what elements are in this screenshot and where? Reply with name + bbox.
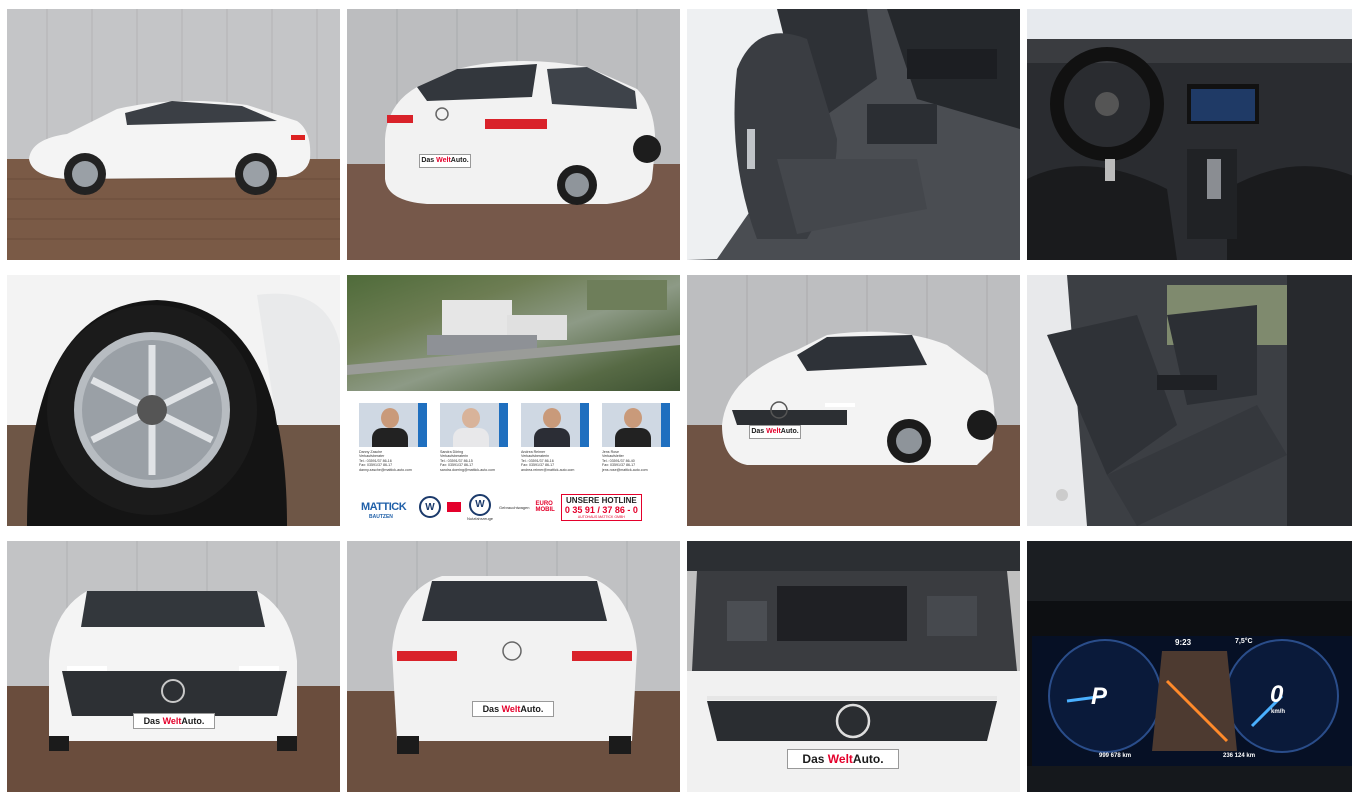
dealer-plate: Das WeltAuto.: [749, 425, 801, 439]
used-cars-label: Gebrauchtwagen: [499, 504, 530, 510]
gallery-photo-wheel[interactable]: [7, 275, 340, 526]
gallery-photo-side-view[interactable]: [7, 9, 340, 260]
staff-mail: danny.zasche@mattick-auto.com: [359, 467, 412, 472]
dealership-aerial-photo: [347, 275, 680, 391]
gallery-photo-rear-three-quarter[interactable]: Das WeltAuto.: [347, 9, 680, 260]
hotline-number: 0 35 91 / 37 86 - 0: [564, 504, 638, 515]
gallery-photo-front-three-quarter[interactable]: Das WeltAuto.: [687, 275, 1020, 526]
staff-card: Andrea Reimer Verkaufsberaterin Tel.: 03…: [521, 403, 589, 483]
gear-indicator: P: [1091, 683, 1108, 710]
staff-photo: [521, 403, 589, 447]
speed-value: 0: [1270, 681, 1284, 708]
hotline-sub: AUTOHAUS MATTICK GMBH: [577, 514, 625, 519]
staff-card: Jens Rose Verkaufsleiter Tel.: 03591/37 …: [602, 403, 670, 483]
cluster-temperature: 7,5°C: [1235, 638, 1253, 645]
staff-photo: [602, 403, 670, 447]
hotline-title: UNSERE HOTLINE: [566, 495, 637, 505]
audi-service-logo: [447, 502, 461, 512]
dealer-logos: MATTICK BAUTZEN W W Nutzfahrzeuge Gebrau…: [357, 491, 673, 523]
staff-mail: andrea.reimer@mattick-auto.com: [521, 467, 575, 472]
dealer-plate: Das WeltAuto.: [787, 749, 899, 769]
gallery-photo-front-view[interactable]: Das WeltAuto.: [7, 541, 340, 792]
euromobil-logo: EURO MOBIL: [535, 501, 555, 513]
hotline-box: UNSERE HOTLINE 0 35 91 / 37 86 - 0 AUTOH…: [560, 493, 642, 521]
vw-commercial-label: Nutzfahrzeuge: [467, 515, 494, 521]
speed-unit: km/h: [1271, 709, 1286, 715]
dealer-plate: Das WeltAuto.: [133, 713, 215, 729]
cluster-time: 9:23: [1175, 638, 1192, 647]
trip-readout: 236 124 km: [1223, 753, 1256, 759]
gallery-photo-engine-bay[interactable]: Das WeltAuto.: [687, 541, 1020, 792]
gallery-photo-rear-view[interactable]: Das WeltAuto.: [347, 541, 680, 792]
staff-photo: [440, 403, 508, 447]
staff-mail: jens.rose@mattick-auto.com: [602, 467, 648, 472]
photo-gallery: Das WeltAuto. Danny Zasche Verkaufsberat…: [0, 0, 1352, 792]
gallery-photo-dealer-card[interactable]: Danny Zasche Verkaufsberater Tel.: 03591…: [347, 275, 680, 526]
staff-mail: sandra.doering@mattick-auto.com: [440, 467, 495, 472]
gallery-photo-rear-seats[interactable]: [1027, 275, 1352, 526]
mattick-logo: MATTICK BAUTZEN: [361, 501, 407, 520]
vw-commercial-logo: W: [469, 493, 491, 516]
staff-card: Danny Zasche Verkaufsberater Tel.: 03591…: [359, 403, 427, 483]
gallery-photo-front-seats[interactable]: [687, 9, 1020, 260]
staff-card: Sandra Döring Verkaufsberaterin Tel.: 03…: [440, 403, 508, 483]
staff-list: Danny Zasche Verkaufsberater Tel.: 03591…: [359, 403, 670, 483]
gallery-photo-instrument-cluster[interactable]: 9:23 7,5°C P 0 km/h 999 678 km 236 124 k…: [1027, 541, 1352, 792]
gallery-photo-dashboard[interactable]: [1027, 9, 1352, 260]
staff-photo: [359, 403, 427, 447]
range-readout: 999 678 km: [1099, 753, 1132, 759]
dealer-plate: Das WeltAuto.: [419, 154, 471, 168]
vw-logo: W: [419, 496, 441, 518]
dealer-plate: Das WeltAuto.: [472, 701, 554, 717]
